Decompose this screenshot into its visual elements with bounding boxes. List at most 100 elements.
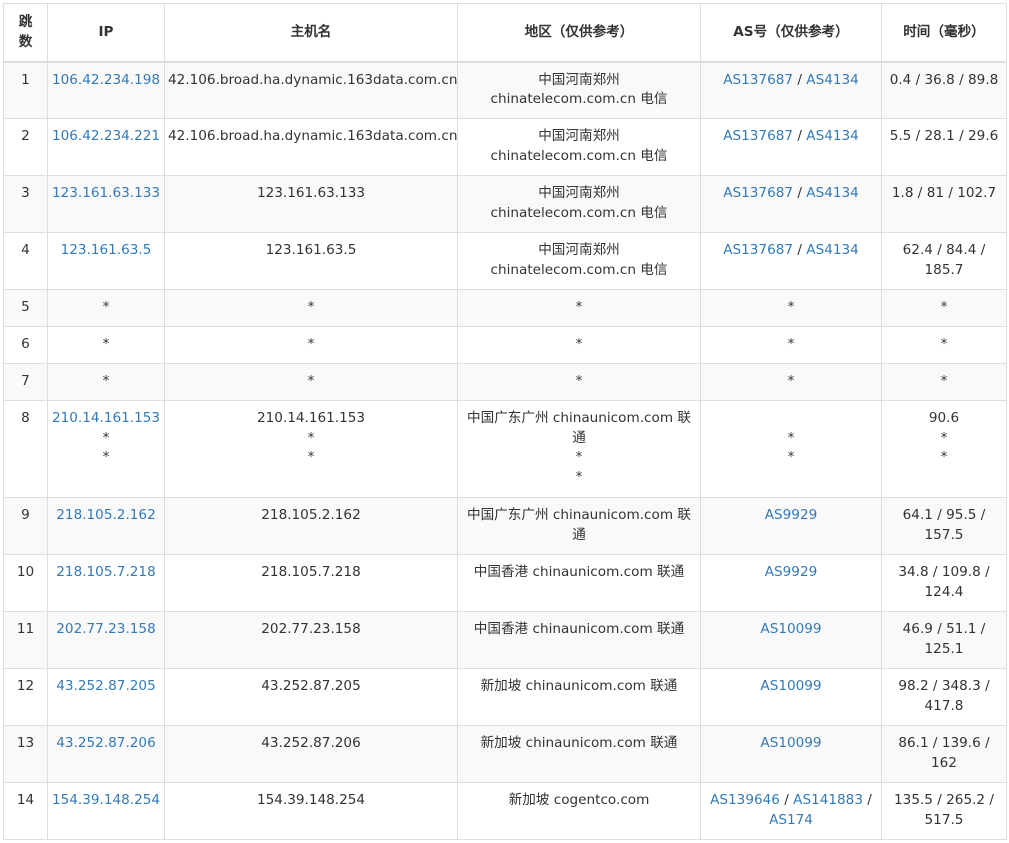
as-separator: /: [779, 792, 794, 808]
as-link[interactable]: AS9929: [765, 507, 818, 523]
time-cell: 135.5 / 265.2 / 517.5: [881, 782, 1007, 840]
region-cell: 中国河南郑州 chinatelecom.com.cn 电信: [457, 232, 701, 290]
as-separator: *: [787, 373, 795, 389]
as-link[interactable]: AS139646: [710, 792, 780, 808]
hostname-text: 43.252.87.206: [261, 735, 361, 751]
hop-cell: 13: [3, 725, 48, 783]
table-row: 7 * * * * *: [3, 363, 1007, 401]
time-text: 34.8 / 109.8 /: [898, 564, 990, 580]
region-text: *: [575, 373, 583, 389]
as-link[interactable]: AS10099: [760, 678, 821, 694]
as-link[interactable]: AS4134: [806, 242, 859, 258]
ip-cell: 123.161.63.5: [47, 232, 165, 290]
ip-cell: 210.14.161.153 * *: [47, 400, 165, 498]
region-text: 通: [572, 526, 586, 543]
time-text: *: [940, 299, 948, 315]
time-text: 124.4: [924, 583, 964, 600]
as-cell: AS137687 / AS4134: [700, 118, 882, 176]
hostname-cell: 218.105.7.218: [164, 554, 458, 612]
as-cell: AS9929: [700, 497, 882, 555]
ip-cell: 154.39.148.254: [47, 782, 165, 840]
ip-link[interactable]: 218.105.7.218: [51, 563, 161, 583]
time-text: 0.4 / 36.8 / 89.8: [889, 71, 999, 88]
hostname-text: 42.106.broad.ha.dynamic.163data.com.cn: [168, 128, 458, 144]
table-row: 14 154.39.148.254 154.39.148.254 新加坡 cogent…: [3, 782, 1007, 840]
as-link[interactable]: AS4134: [806, 128, 859, 144]
ip-cell: 218.105.2.162: [47, 497, 165, 555]
time-text: 62.4 / 84.4 /: [902, 242, 986, 258]
region-text: 通: [572, 429, 586, 446]
as-link[interactable]: AS137687: [723, 128, 793, 144]
region-cell: *: [457, 363, 701, 401]
header-time: 时间（毫秒）: [881, 3, 1007, 63]
as-link[interactable]: AS141883: [793, 792, 863, 808]
as-cell: *: [700, 289, 882, 327]
time-text: 125.1: [924, 640, 964, 657]
traceroute-table: 跳数 IP 主机名 地区（仅供参考） AS号（仅供参考） 时间（毫秒） 1 106…: [3, 3, 1007, 840]
ip-link[interactable]: 202.77.23.158: [51, 620, 161, 640]
hostname-text: 123.161.63.5: [265, 242, 357, 258]
time-text: 1.8 / 81 / 102.7: [891, 185, 997, 201]
region-text: *: [575, 449, 583, 465]
hostname-text: 154.39.148.254: [256, 792, 366, 808]
time-cell: *: [881, 363, 1007, 401]
as-link[interactable]: AS4134: [806, 185, 859, 201]
as-separator: /: [793, 128, 807, 144]
as-link[interactable]: AS4134: [806, 72, 859, 88]
region-text: 中国香港 chinaunicom.com 联通: [473, 564, 685, 580]
as-line: AS137687 / AS4134: [704, 127, 878, 147]
ip-link[interactable]: 43.252.87.206: [51, 734, 161, 754]
region-cell: *: [457, 326, 701, 364]
as-link[interactable]: AS10099: [760, 621, 821, 637]
as-link[interactable]: AS9929: [765, 564, 818, 580]
table-row: 8 210.14.161.153 * * 210.14.161.153 * * 中国广东广州 …: [3, 400, 1007, 498]
hostname-cell: 43.252.87.205: [164, 668, 458, 726]
as-link[interactable]: AS10099: [760, 735, 821, 751]
ip-link[interactable]: 106.42.234.198: [51, 71, 161, 91]
region-cell: 新加坡 cogentco.com: [457, 782, 701, 840]
ip-cell: 202.77.23.158: [47, 611, 165, 669]
table-row: 4 123.161.63.5 123.161.63.5 中国河南郑州 chinatele…: [3, 232, 1007, 290]
as-cell: AS139646 / AS141883 /AS174: [700, 782, 882, 840]
region-cell: 中国河南郑州 chinatelecom.com.cn 电信: [457, 118, 701, 176]
table-header: 跳数 IP 主机名 地区（仅供参考） AS号（仅供参考） 时间（毫秒）: [3, 3, 1007, 63]
time-cell: 90.6 * *: [881, 400, 1007, 498]
region-cell: *: [457, 289, 701, 327]
region-text: 中国广东广州 chinaunicom.com 联: [466, 507, 691, 523]
header-region: 地区（仅供参考）: [457, 3, 701, 63]
as-link[interactable]: AS174: [769, 812, 813, 828]
ip-cell: *: [47, 326, 165, 364]
ip-cell: 218.105.7.218: [47, 554, 165, 612]
ip-link[interactable]: 123.161.63.133: [51, 184, 161, 204]
as-link[interactable]: AS137687: [723, 185, 793, 201]
hostname-cell: 218.105.2.162: [164, 497, 458, 555]
region-text: 中国河南郑州: [538, 185, 620, 201]
time-text: *: [940, 336, 948, 352]
time-text: 46.9 / 51.1 /: [902, 621, 986, 637]
header-hop: 跳数: [3, 3, 48, 63]
as-line: *: [704, 298, 878, 318]
region-text: *: [575, 468, 583, 485]
time-cell: 86.1 / 139.6 / 162: [881, 725, 1007, 783]
as-link[interactable]: AS137687: [723, 242, 793, 258]
as-line: *: [704, 429, 878, 449]
as-link[interactable]: AS137687: [723, 72, 793, 88]
ip-link[interactable]: 154.39.148.254: [51, 791, 161, 811]
hop-cell: 1: [3, 61, 48, 119]
time-cell: 46.9 / 51.1 / 125.1: [881, 611, 1007, 669]
ip-link[interactable]: 123.161.63.5: [51, 241, 161, 261]
table-row: 6 * * * * *: [3, 326, 1007, 364]
ip-text: *: [102, 299, 110, 315]
as-cell: AS137687 / AS4134: [700, 175, 882, 233]
hostname-cell: 43.252.87.206: [164, 725, 458, 783]
region-cell: 中国广东广州 chinaunicom.com 联通 * *: [457, 400, 701, 498]
ip-link[interactable]: 210.14.161.153: [51, 409, 161, 429]
ip-link[interactable]: 43.252.87.205: [51, 677, 161, 697]
ip-link[interactable]: 218.105.2.162: [51, 506, 161, 526]
hop-cell: 3: [3, 175, 48, 233]
header-host: 主机名: [164, 3, 458, 63]
hostname-cell: 42.106.broad.ha.dynamic.163data.com.cn: [164, 61, 458, 119]
region-cell: 中国香港 chinaunicom.com 联通: [457, 554, 701, 612]
hostname-cell: 202.77.23.158: [164, 611, 458, 669]
ip-link[interactable]: 106.42.234.221: [51, 127, 161, 147]
